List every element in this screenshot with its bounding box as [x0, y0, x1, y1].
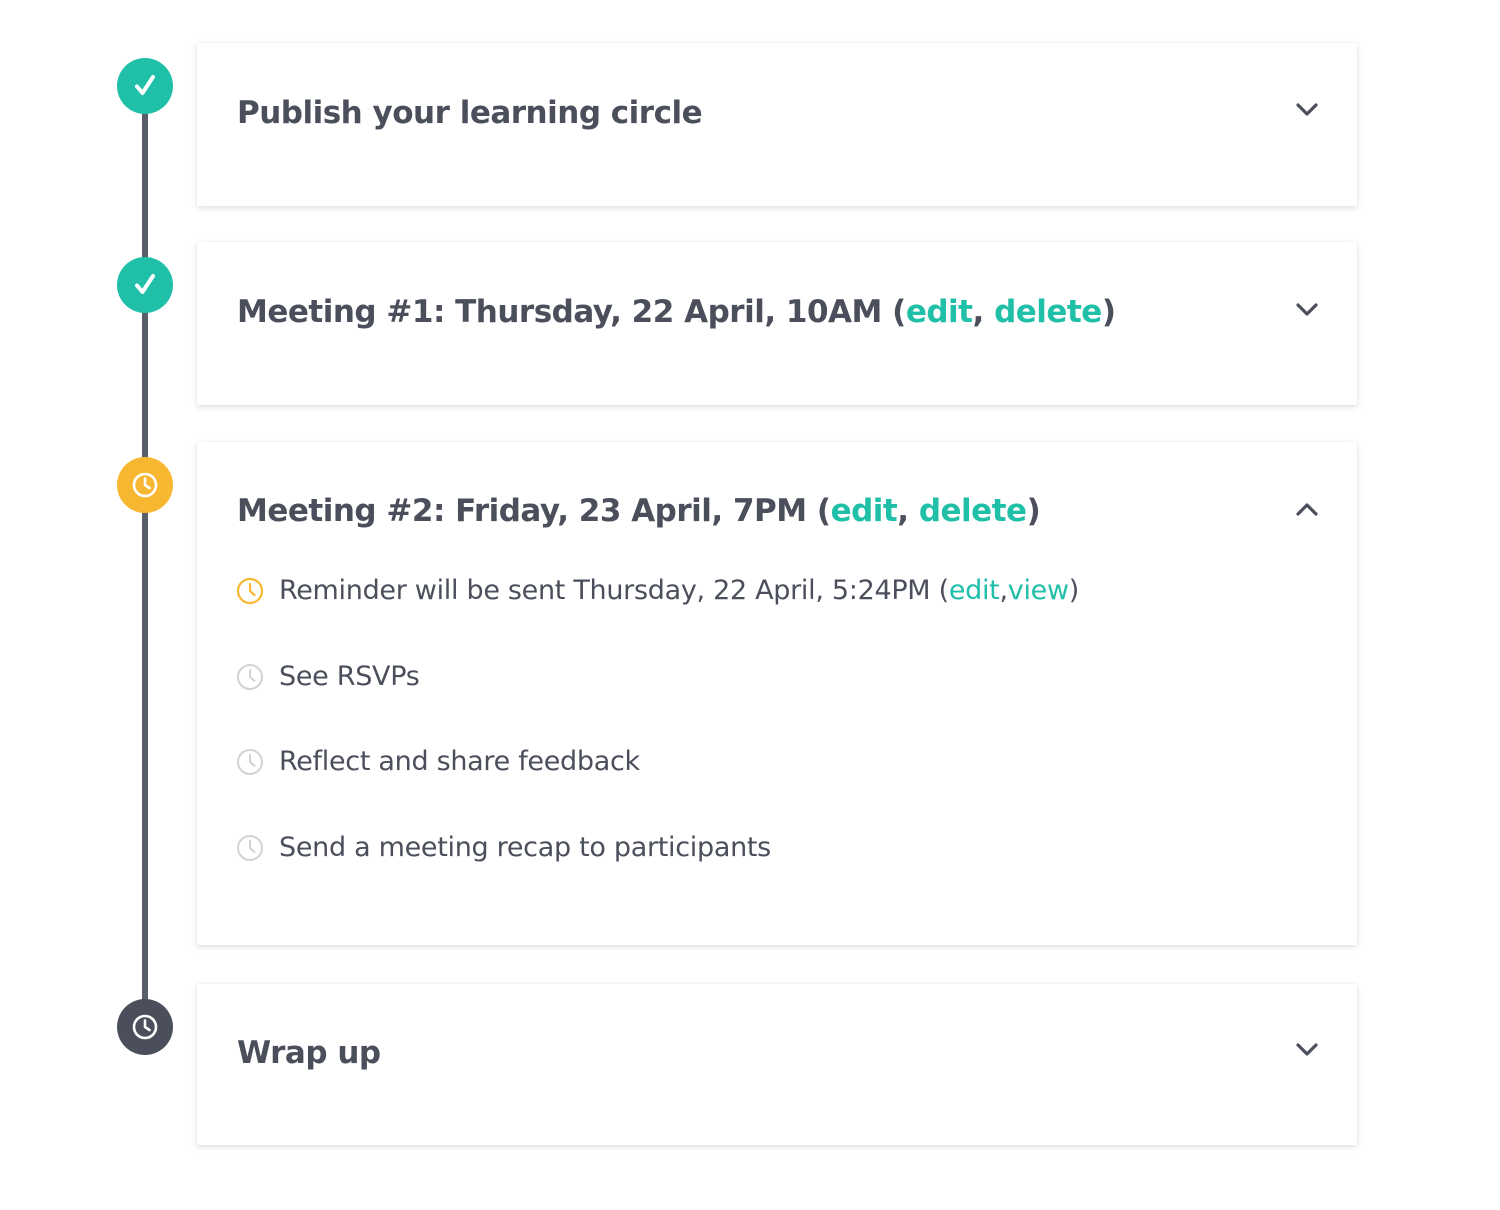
clock-icon: [237, 748, 263, 775]
step-card-wrap-up[interactable]: Wrap up: [197, 984, 1357, 1145]
edit-meeting-link[interactable]: edit: [906, 294, 973, 330]
task-text: Reminder will be sent Thursday, 22 April…: [279, 575, 949, 606]
clock-icon: [236, 577, 264, 604]
view-reminder-link[interactable]: view: [1008, 575, 1069, 606]
title-suffix: ): [1101, 294, 1116, 330]
step-upcoming-marker: [117, 999, 173, 1055]
meeting-title-text: Meeting #1: Thursday, 22 April, 10AM (: [237, 294, 906, 330]
delete-meeting-link[interactable]: delete: [994, 294, 1102, 330]
task-text: Reflect and share feedback: [279, 746, 640, 777]
step-title: Wrap up: [237, 1035, 381, 1071]
meeting-title-text: Meeting #2: Friday, 23 April, 7PM (: [237, 493, 831, 529]
chevron-down-icon[interactable]: [1293, 295, 1321, 323]
step-card-meeting-2[interactable]: Meeting #2: Friday, 23 April, 7PM (edit,…: [197, 442, 1357, 945]
clock-icon: [237, 663, 263, 690]
task-reflect-feedback: Reflect and share feedback: [235, 746, 640, 777]
clock-icon: [237, 834, 263, 861]
chevron-down-icon[interactable]: [1293, 95, 1321, 123]
step-current-marker: [117, 457, 173, 513]
task-text: See RSVPs: [279, 661, 420, 692]
clock-icon: [132, 1014, 158, 1040]
step-title: Meeting #2: Friday, 23 April, 7PM (edit,…: [237, 493, 1041, 529]
step-done-marker: [117, 257, 173, 313]
check-icon: [135, 75, 155, 95]
task-see-rsvps: See RSVPs: [235, 661, 420, 692]
title-suffix: ): [1026, 493, 1041, 529]
chevron-up-icon[interactable]: [1293, 495, 1321, 523]
delete-meeting-link[interactable]: delete: [919, 493, 1027, 529]
step-title: Meeting #1: Thursday, 22 April, 10AM (ed…: [237, 294, 1116, 330]
edit-meeting-link[interactable]: edit: [831, 493, 898, 529]
check-icon: [135, 274, 155, 294]
step-title: Publish your learning circle: [237, 95, 703, 131]
link-separator: ,: [999, 575, 1008, 606]
task-reminder: Reminder will be sent Thursday, 22 April…: [235, 575, 1079, 606]
step-done-marker: [117, 58, 173, 114]
task-send-recap: Send a meeting recap to participants: [235, 832, 771, 863]
task-text: Send a meeting recap to participants: [279, 832, 771, 863]
edit-reminder-link[interactable]: edit: [949, 575, 1000, 606]
link-separator: ,: [897, 493, 919, 529]
chevron-down-icon[interactable]: [1293, 1035, 1321, 1063]
step-card-meeting-1[interactable]: Meeting #1: Thursday, 22 April, 10AM (ed…: [197, 242, 1357, 405]
task-suffix: ): [1068, 575, 1080, 606]
step-card-publish[interactable]: Publish your learning circle: [197, 43, 1357, 206]
timeline-line: [142, 86, 148, 1028]
clock-icon: [132, 472, 158, 498]
link-separator: ,: [972, 294, 995, 330]
